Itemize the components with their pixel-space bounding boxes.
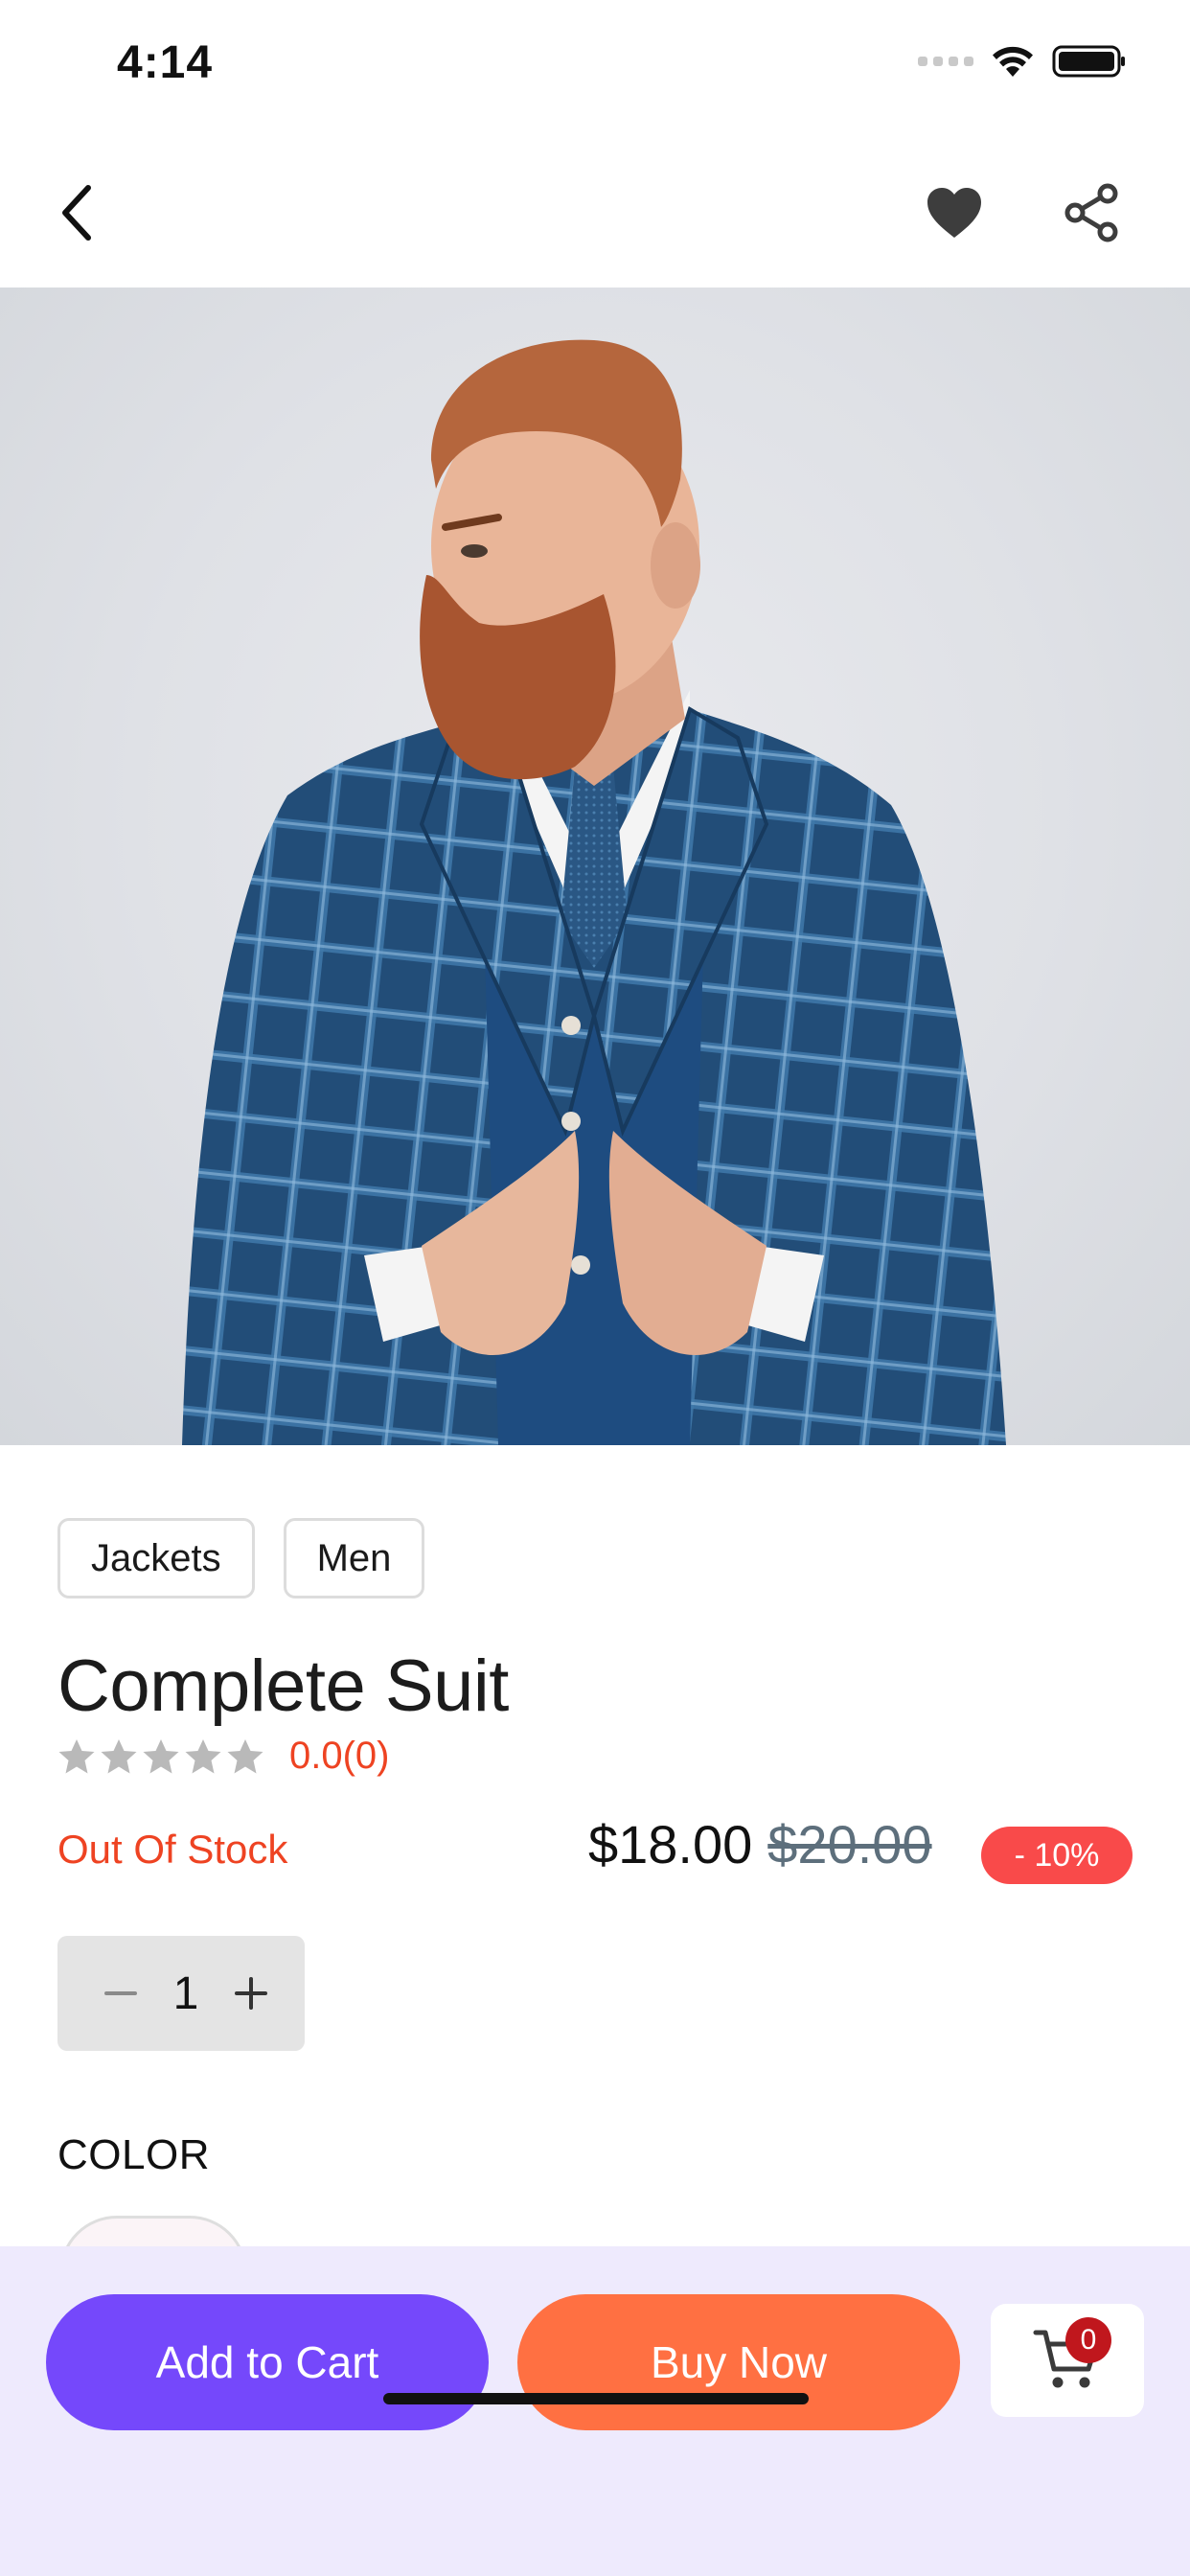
back-button[interactable] (38, 172, 119, 253)
bottom-action-bar: Add to Cart Buy Now 0 (0, 2246, 1190, 2576)
cart-button[interactable]: 0 (991, 2304, 1144, 2417)
increment-button[interactable] (222, 1965, 280, 2022)
rating-text: 0.0(0) (289, 1735, 390, 1777)
status-icons (918, 42, 1127, 80)
status-time: 4:14 (117, 37, 214, 88)
cart-count-badge: 0 (1065, 2317, 1111, 2363)
plus-icon (234, 1977, 267, 2010)
product-title: Complete Suit (57, 1645, 509, 1727)
add-to-cart-button[interactable]: Add to Cart (46, 2294, 489, 2430)
star-icon (185, 1738, 221, 1773)
original-price: $20.00 (767, 1814, 932, 1874)
quantity-value: 1 (172, 1967, 199, 2019)
status-bar: 4:14 (0, 0, 1190, 134)
star-icon (143, 1738, 179, 1773)
product-image (0, 288, 1190, 1445)
discount-badge: - 10% (981, 1827, 1133, 1884)
decrement-button[interactable] (92, 1965, 149, 2022)
home-indicator (383, 2393, 809, 2404)
top-nav (0, 134, 1190, 288)
star-icon (101, 1738, 137, 1773)
favorite-button[interactable] (914, 172, 995, 253)
cellular-signal-icon (918, 57, 973, 66)
heart-icon (927, 188, 981, 238)
star-icon (58, 1738, 95, 1773)
quantity-stepper: 1 (57, 1936, 305, 2051)
chevron-left-icon (62, 185, 91, 241)
buy-now-button[interactable]: Buy Now (517, 2294, 960, 2430)
battery-icon (1052, 45, 1125, 78)
stock-status: Out Of Stock (57, 1827, 288, 1872)
tag-jackets[interactable]: Jackets (57, 1518, 255, 1598)
star-icon (227, 1738, 263, 1773)
suit-model-illustration (182, 339, 1006, 1445)
product-tags: Jackets Men (57, 1518, 425, 1598)
minus-icon (104, 1991, 137, 1995)
rating: 0.0(0) (57, 1735, 390, 1778)
tag-men[interactable]: Men (283, 1518, 425, 1598)
color-label: COLOR (57, 2131, 210, 2178)
share-icon (1064, 183, 1118, 242)
price-row: $18.00 $20.00 (588, 1813, 932, 1875)
current-price: $18.00 (588, 1814, 753, 1874)
product-details: Jackets Men Complete Suit 0.0(0) Out Of … (0, 1445, 1190, 2331)
rating-stars (57, 1738, 264, 1775)
wifi-icon (993, 46, 1033, 77)
share-button[interactable] (1052, 172, 1133, 253)
